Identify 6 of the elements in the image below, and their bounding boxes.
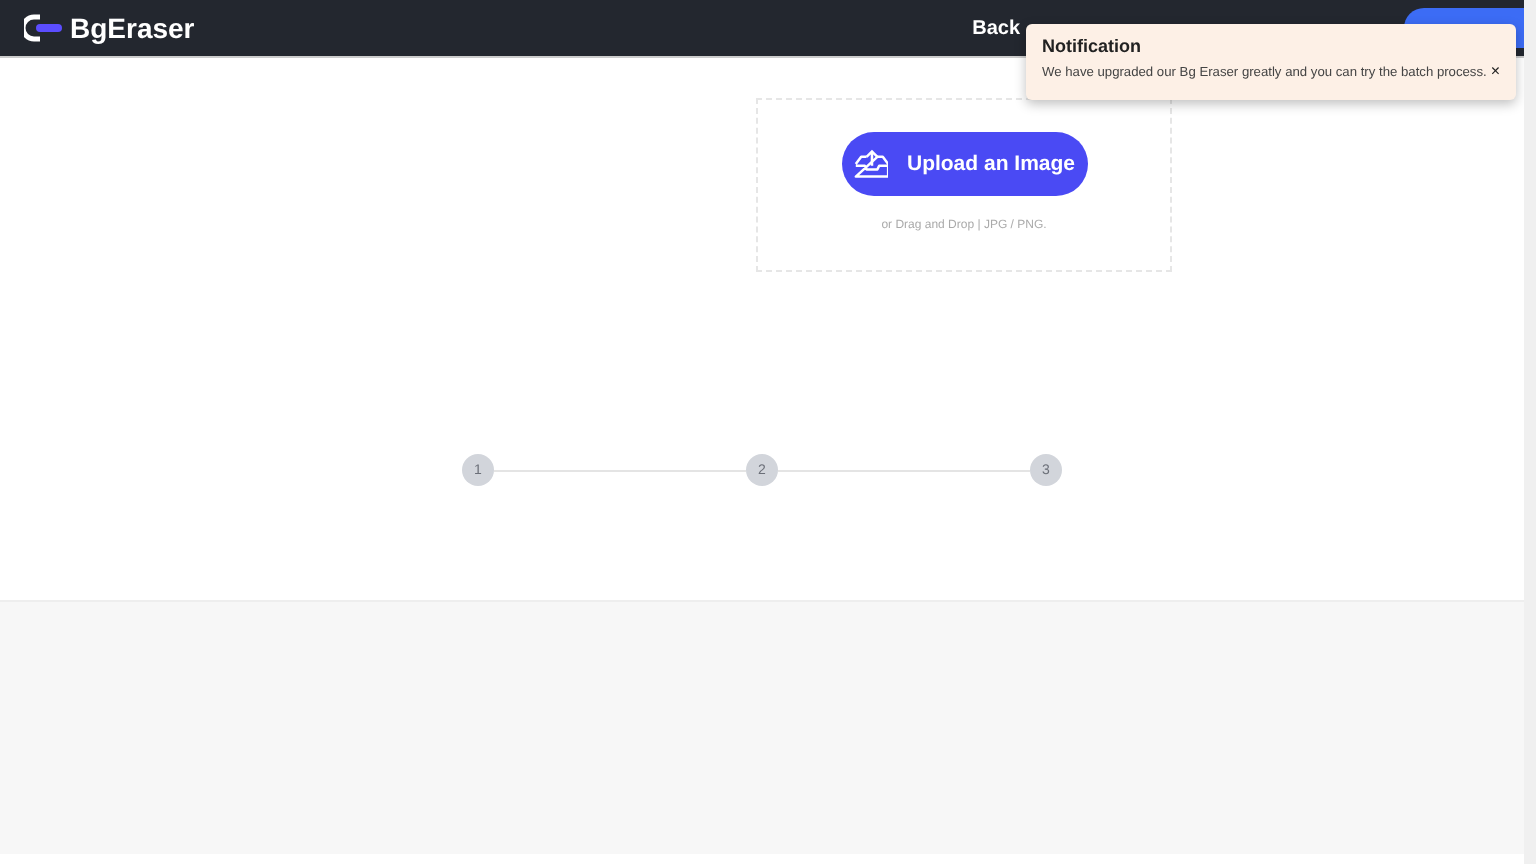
notification-title: Notification xyxy=(1042,36,1143,56)
logo-icon xyxy=(24,14,64,42)
upload-button[interactable]: Upload an Image xyxy=(841,132,1087,196)
logo-text: BgEraser xyxy=(70,12,195,44)
close-button[interactable]: × xyxy=(1490,64,1500,80)
nav-link[interactable]: Back xyxy=(972,17,1020,39)
